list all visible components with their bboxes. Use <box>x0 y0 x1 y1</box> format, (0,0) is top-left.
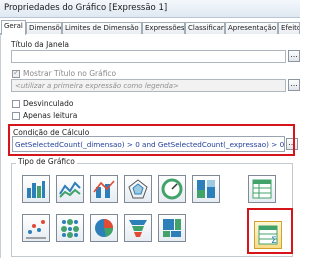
tab-expressoes[interactable]: Expressões <box>142 22 185 34</box>
show-title-label: Mostrar Título no Gráfico <box>23 69 117 78</box>
bar-chart-icon[interactable] <box>22 175 50 203</box>
gauge-chart-icon[interactable] <box>158 175 186 203</box>
chart-title-expression-button[interactable]: ... <box>288 79 300 91</box>
show-title-checkbox[interactable] <box>12 68 20 78</box>
chart-type-label: Tipo de Gráfico <box>16 157 77 166</box>
readonly-label: Apenas leitura <box>23 111 78 120</box>
grid-chart-icon[interactable] <box>56 214 84 242</box>
mekko-chart-icon[interactable] <box>192 175 220 203</box>
chart-title-placeholder: <utilizar a primeira expressão como lege… <box>15 82 179 90</box>
window-title: Propriedades do Gráfico [Expressão 1] <box>4 3 168 13</box>
tab-dimensoes[interactable]: Dimensões <box>26 22 62 34</box>
window-title-input[interactable] <box>11 50 286 63</box>
funnel-chart-icon[interactable] <box>124 214 152 242</box>
window-title-expression-button[interactable]: ... <box>288 50 300 62</box>
tab-apresentacao[interactable]: Apresentação <box>225 22 278 34</box>
straight-table-highlight <box>247 208 293 254</box>
calc-condition-highlight <box>8 124 295 156</box>
tab-geral[interactable]: Geral <box>1 20 26 35</box>
detached-checkbox[interactable] <box>12 100 20 108</box>
combo-chart-icon[interactable] <box>90 175 118 203</box>
title-bar: Propriedades do Gráfico [Expressão 1] <box>0 0 300 18</box>
pie-chart-icon[interactable] <box>90 214 118 242</box>
window-title-label: Título da Janela <box>11 40 70 49</box>
tab-bar: Geral Dimensões Limites de Dimensão Expr… <box>0 20 300 35</box>
tab-efeito[interactable]: Efeito <box>278 22 300 34</box>
line-chart-icon[interactable] <box>56 175 84 203</box>
block-chart-icon[interactable] <box>158 214 186 242</box>
radar-chart-icon[interactable] <box>124 175 152 203</box>
tab-classificar[interactable]: Classificar <box>185 22 225 34</box>
scatter-chart-icon[interactable] <box>22 214 50 242</box>
chart-title-input[interactable]: <utilizar a primeira expressão como lege… <box>11 79 286 92</box>
pivot-table-icon[interactable] <box>248 175 276 203</box>
detached-label: Desvinculado <box>23 99 74 108</box>
readonly-checkbox[interactable] <box>12 112 20 120</box>
tab-limites-de-dimensao[interactable]: Limites de Dimensão <box>62 22 142 34</box>
